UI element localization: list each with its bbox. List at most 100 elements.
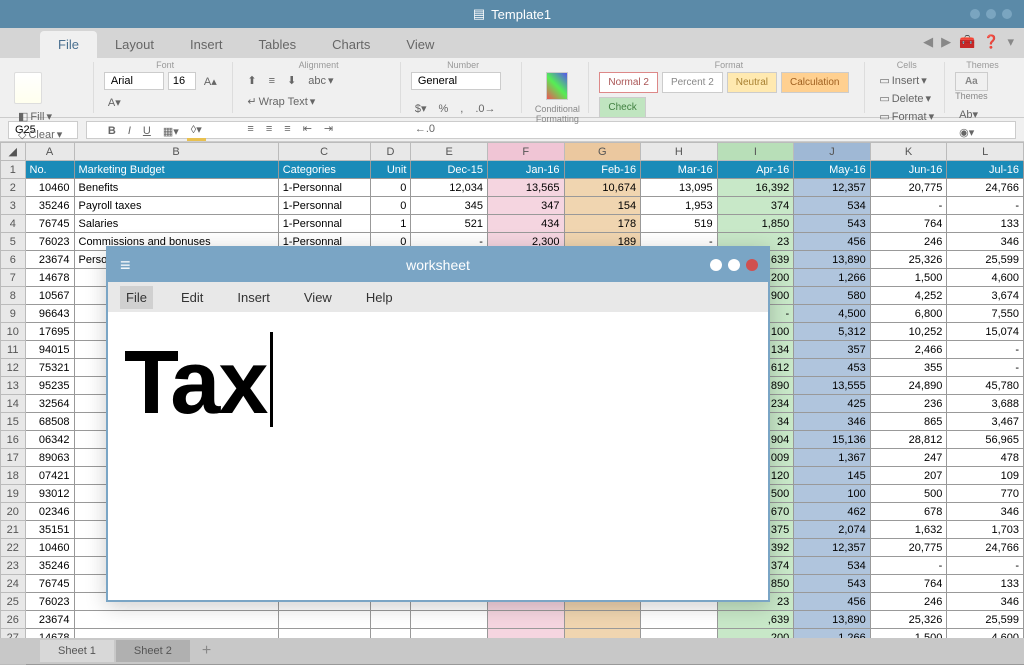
indent-dec[interactable]: ⇤ (299, 120, 316, 137)
cell[interactable]: 24,766 (947, 179, 1024, 197)
row-header-8[interactable]: 8 (1, 287, 26, 305)
row-header-16[interactable]: 16 (1, 431, 26, 449)
font-name-select[interactable] (104, 72, 164, 90)
cell[interactable]: 133 (947, 575, 1024, 593)
cell[interactable]: 2,074 (794, 521, 871, 539)
col-header-F[interactable]: F (487, 143, 564, 161)
header-cell[interactable]: Apr-16 (717, 161, 794, 179)
row-header-2[interactable]: 2 (1, 179, 26, 197)
cell[interactable]: 25,326 (870, 611, 947, 629)
cell[interactable]: - (947, 197, 1024, 215)
col-header-L[interactable]: L (947, 143, 1024, 161)
cell[interactable]: 3,674 (947, 287, 1024, 305)
col-header-H[interactable]: H (641, 143, 718, 161)
cell[interactable]: 89063 (25, 449, 74, 467)
tab-insert[interactable]: Insert (172, 31, 241, 58)
modal-menu-view[interactable]: View (298, 286, 338, 309)
cell[interactable]: 20,775 (870, 179, 947, 197)
header-cell[interactable]: No. (25, 161, 74, 179)
row-header-11[interactable]: 11 (1, 341, 26, 359)
row-header-24[interactable]: 24 (1, 575, 26, 593)
row-header-20[interactable]: 20 (1, 503, 26, 521)
clear-button[interactable]: ◇ Clear ▾ (14, 126, 66, 143)
italic-button[interactable]: I (124, 123, 135, 139)
style-normal-2[interactable]: Normal 2 (599, 72, 658, 93)
cell[interactable]: 345 (411, 197, 488, 215)
row-header-17[interactable]: 17 (1, 449, 26, 467)
cell[interactable]: 13,565 (487, 179, 564, 197)
header-cell[interactable]: Mar-16 (641, 161, 718, 179)
cell[interactable]: 20,775 (870, 539, 947, 557)
header-cell[interactable]: Marketing Budget (74, 161, 278, 179)
cell[interactable]: 96643 (25, 305, 74, 323)
cell[interactable]: - (947, 557, 1024, 575)
cell[interactable]: 346 (947, 233, 1024, 251)
cell[interactable]: 434 (487, 215, 564, 233)
row-header-5[interactable]: 5 (1, 233, 26, 251)
cell[interactable]: 16,392 (717, 179, 794, 197)
cell[interactable]: 580 (794, 287, 871, 305)
cond-format-button[interactable] (546, 72, 568, 100)
cell[interactable]: 76745 (25, 575, 74, 593)
font-grow[interactable]: A▴ (200, 73, 221, 90)
cell[interactable]: 10460 (25, 539, 74, 557)
align-center[interactable]: ≡ (262, 121, 276, 137)
indent-inc[interactable]: ⇥ (320, 120, 337, 137)
cell[interactable]: 35246 (25, 557, 74, 575)
cell[interactable]: 678 (870, 503, 947, 521)
select-all[interactable]: ◢ (1, 143, 26, 161)
cell[interactable]: 521 (411, 215, 488, 233)
cell[interactable]: 1 (370, 215, 411, 233)
cell[interactable]: 4,252 (870, 287, 947, 305)
tab-tables[interactable]: Tables (241, 31, 315, 58)
cell[interactable]: 15,074 (947, 323, 1024, 341)
col-header-I[interactable]: I (717, 143, 794, 161)
cell[interactable]: 1,850 (717, 215, 794, 233)
orient[interactable]: abc▾ (304, 72, 337, 89)
cell[interactable]: 478 (947, 449, 1024, 467)
toolbox-icon[interactable]: 🧰 (959, 34, 975, 50)
col-header-K[interactable]: K (870, 143, 947, 161)
tab-charts[interactable]: Charts (314, 31, 388, 58)
cell[interactable]: 45,780 (947, 377, 1024, 395)
cell[interactable]: 28,812 (870, 431, 947, 449)
cell[interactable]: 75321 (25, 359, 74, 377)
cell[interactable]: 17695 (25, 323, 74, 341)
modal-editor[interactable]: Tax (108, 312, 768, 455)
modal-menu-file[interactable]: File (120, 286, 153, 309)
modal-close[interactable] (746, 259, 758, 271)
percent[interactable]: % (435, 101, 453, 117)
cell[interactable]: 3,467 (947, 413, 1024, 431)
row-header-4[interactable]: 4 (1, 215, 26, 233)
paste-button[interactable] (14, 72, 42, 104)
col-header-G[interactable]: G (564, 143, 641, 161)
cell[interactable]: 76023 (25, 233, 74, 251)
cell[interactable]: 100 (794, 485, 871, 503)
nav-prev[interactable]: ◀ (923, 34, 933, 50)
row-header-14[interactable]: 14 (1, 395, 26, 413)
cell[interactable]: 10567 (25, 287, 74, 305)
modal-max[interactable] (728, 259, 740, 271)
cell[interactable]: 207 (870, 467, 947, 485)
cell[interactable]: 1,703 (947, 521, 1024, 539)
cell[interactable]: 2,466 (870, 341, 947, 359)
cell[interactable]: 346 (947, 503, 1024, 521)
cell[interactable]: Salaries (74, 215, 278, 233)
cell[interactable]: 24,766 (947, 539, 1024, 557)
row-header-22[interactable]: 22 (1, 539, 26, 557)
col-header-E[interactable]: E (411, 143, 488, 161)
row-header-19[interactable]: 19 (1, 485, 26, 503)
cell[interactable]: 1,632 (870, 521, 947, 539)
cell[interactable]: 133 (947, 215, 1024, 233)
theme-fonts[interactable]: ◉▾ (955, 124, 982, 141)
cell[interactable]: 357 (794, 341, 871, 359)
font-shrink[interactable]: A▾ (104, 94, 125, 111)
modal-menu-edit[interactable]: Edit (175, 286, 209, 309)
cell[interactable]: 246 (870, 233, 947, 251)
cell[interactable]: 770 (947, 485, 1024, 503)
cell[interactable]: 456 (794, 233, 871, 251)
cell[interactable]: 534 (794, 197, 871, 215)
cell[interactable]: ,639 (717, 611, 794, 629)
cell[interactable]: - (947, 359, 1024, 377)
header-cell[interactable]: Feb-16 (564, 161, 641, 179)
